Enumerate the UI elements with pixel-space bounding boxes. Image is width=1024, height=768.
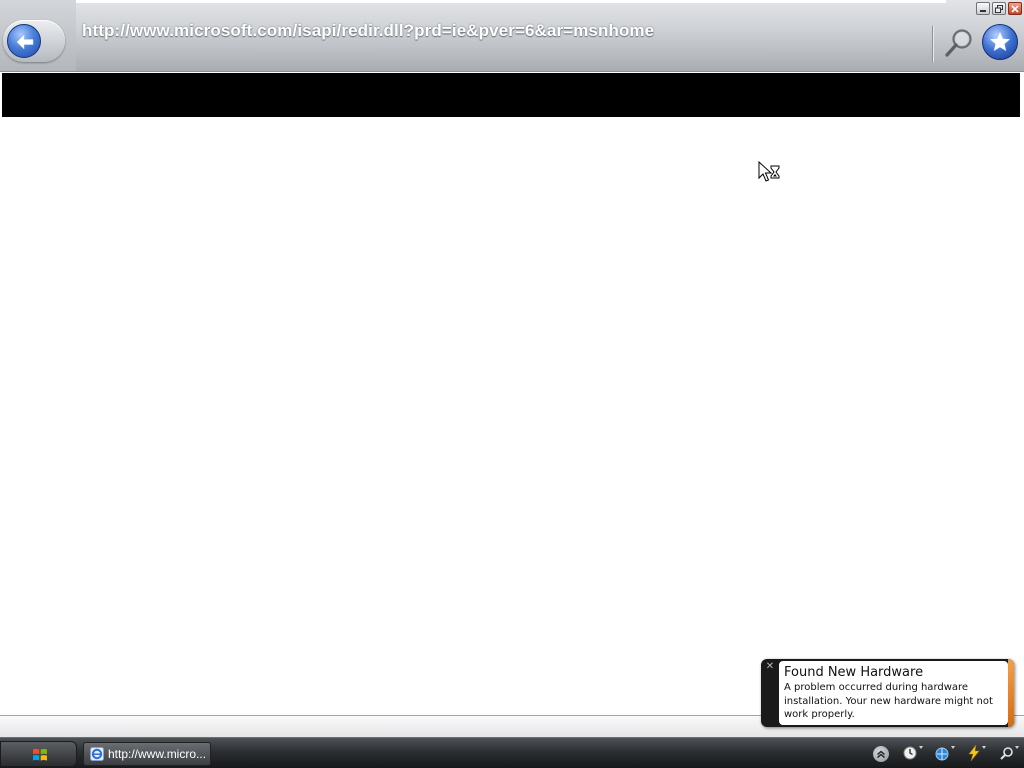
minimize-button[interactable] (976, 2, 990, 15)
back-arrow-icon (7, 24, 41, 58)
balloon-close-button[interactable]: ✕ (764, 662, 776, 672)
window-controls (976, 2, 1022, 16)
star-icon (990, 32, 1010, 51)
balloon-body: Found New Hardware A problem occurred du… (779, 661, 1008, 725)
back-button[interactable] (3, 20, 65, 62)
start-button[interactable] (0, 741, 77, 767)
busy-cursor-icon (758, 160, 782, 185)
restore-button[interactable] (992, 2, 1006, 15)
windows-logo-icon (33, 748, 47, 761)
magnifier-icon (945, 29, 972, 57)
address-bar[interactable]: http://www.microsoft.com/isapi/redir.dll… (82, 21, 654, 41)
taskbar-item-browser[interactable]: http://www.micro... (83, 742, 211, 766)
page-banner (2, 73, 1020, 117)
close-button[interactable] (1008, 2, 1022, 15)
search-button[interactable] (942, 26, 976, 62)
browser-toolbar: http://www.microsoft.com/isapi/redir.dll… (0, 0, 1024, 72)
notification-balloon[interactable]: ✕ Found New Hardware A problem occurred … (761, 659, 1014, 727)
clock-icon[interactable] (902, 744, 924, 762)
power-icon[interactable] (965, 744, 987, 762)
toolbar-separator (932, 26, 933, 62)
taskbar-item-label: http://www.micro... (108, 747, 207, 761)
restore-icon (995, 5, 1003, 13)
show-hidden-icons-button[interactable] (873, 746, 889, 762)
favorites-button[interactable] (982, 24, 1018, 60)
desktop: http://www.microsoft.com/isapi/redir.dll… (0, 0, 1024, 768)
page-content (0, 117, 1024, 715)
toolbar-highlight (76, 0, 946, 3)
balloon-accent (1008, 659, 1014, 727)
close-icon (1011, 5, 1019, 13)
balloon-message: A problem occurred during hardware insta… (784, 682, 993, 720)
show-hidden-icons-icon (877, 750, 885, 759)
network-icon[interactable] (934, 744, 956, 762)
minimize-icon (980, 10, 986, 12)
balloon-title: Found New Hardware (784, 665, 924, 680)
taskbar: http://www.micro... (0, 737, 1024, 768)
ie-icon (90, 747, 104, 761)
search-icon[interactable] (998, 744, 1020, 762)
